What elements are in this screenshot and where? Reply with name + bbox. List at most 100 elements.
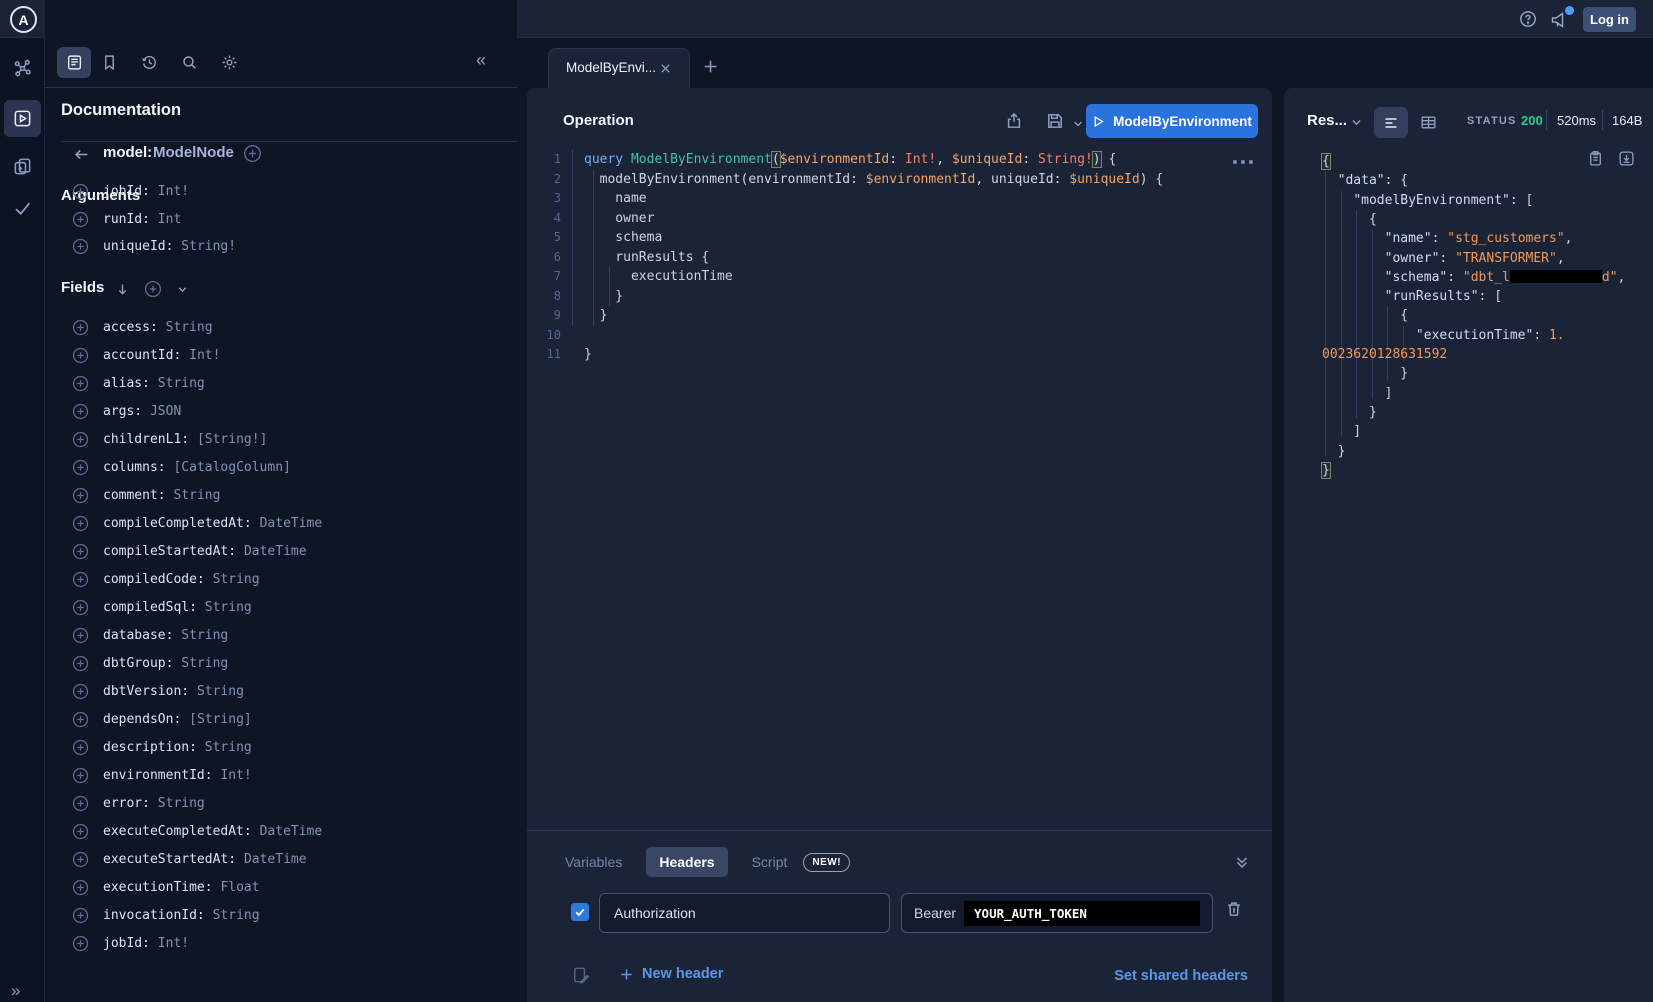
field-row[interactable]: jobId:Int! xyxy=(45,933,517,960)
status-separator xyxy=(1546,110,1547,130)
add-to-query-icon[interactable] xyxy=(72,431,89,448)
delete-header-icon[interactable] xyxy=(1225,900,1243,918)
argument-row[interactable]: runId:Int xyxy=(45,209,517,236)
add-all-fields-icon[interactable] xyxy=(144,280,162,298)
add-to-query-icon[interactable] xyxy=(72,238,89,255)
table-view-toggle[interactable] xyxy=(1420,114,1437,131)
add-to-query-icon[interactable] xyxy=(72,319,89,336)
field-row[interactable]: access:String xyxy=(45,317,517,344)
field-row[interactable]: childrenL1:[String!] xyxy=(45,429,517,456)
code-line: 8 } xyxy=(527,287,1272,307)
field-row[interactable]: comment:String xyxy=(45,485,517,512)
add-to-query-icon[interactable] xyxy=(72,375,89,392)
add-to-query-icon[interactable] xyxy=(72,403,89,420)
field-row[interactable]: args:JSON xyxy=(45,401,517,428)
back-arrow-icon[interactable] xyxy=(73,146,90,163)
tab-script[interactable]: Script xyxy=(752,854,788,870)
set-shared-headers-link[interactable]: Set shared headers xyxy=(1114,968,1248,984)
documentation-tab-icon[interactable] xyxy=(57,47,91,78)
add-to-query-icon[interactable] xyxy=(72,487,89,504)
add-to-query-icon[interactable] xyxy=(72,795,89,812)
checklist-icon[interactable] xyxy=(13,199,32,218)
field-row[interactable]: environmentId:Int! xyxy=(45,765,517,792)
field-name: uniqueId: xyxy=(103,239,173,254)
save-options-caret-icon[interactable] xyxy=(1072,118,1084,130)
header-enabled-checkbox[interactable] xyxy=(571,903,589,921)
field-row[interactable]: executionTime:Float xyxy=(45,877,517,904)
field-row[interactable]: invocationId:String xyxy=(45,905,517,932)
field-row[interactable]: compiledCode:String xyxy=(45,569,517,596)
field-row[interactable]: compiledSql:String xyxy=(45,597,517,624)
add-to-query-icon[interactable] xyxy=(72,767,89,784)
explorer-nav-item[interactable] xyxy=(4,100,41,137)
edit-headers-file-icon[interactable] xyxy=(572,966,590,984)
settings-gear-icon[interactable] xyxy=(221,54,238,71)
add-type-icon[interactable] xyxy=(243,144,262,163)
argument-row[interactable]: uniqueId:String! xyxy=(45,236,517,263)
schema-graph-icon[interactable] xyxy=(13,59,32,78)
field-row[interactable]: dbtGroup:String xyxy=(45,653,517,680)
new-tab-icon[interactable] xyxy=(702,58,719,75)
field-row[interactable]: error:String xyxy=(45,793,517,820)
graphql-editor[interactable]: 1query ModelByEnvironment($environmentId… xyxy=(527,150,1272,790)
field-row[interactable]: columns:[CatalogColumn] xyxy=(45,457,517,484)
add-to-query-icon[interactable] xyxy=(72,823,89,840)
collapse-docs-icon[interactable]: « xyxy=(476,50,486,71)
field-row[interactable]: accountId:Int! xyxy=(45,345,517,372)
tab-variables[interactable]: Variables xyxy=(565,854,622,870)
field-row[interactable]: executeCompletedAt:DateTime xyxy=(45,821,517,848)
add-to-query-icon[interactable] xyxy=(72,879,89,896)
add-to-query-icon[interactable] xyxy=(72,599,89,616)
tab-headers[interactable]: Headers xyxy=(646,847,727,877)
expand-rail-icon[interactable]: » xyxy=(11,982,20,999)
add-to-query-icon[interactable] xyxy=(72,543,89,560)
field-row[interactable]: compileStartedAt:DateTime xyxy=(45,541,517,568)
add-to-query-icon[interactable] xyxy=(72,571,89,588)
bookmark-icon[interactable] xyxy=(101,54,118,71)
field-row[interactable]: description:String xyxy=(45,737,517,764)
run-operation-button[interactable]: ModelByEnvironment xyxy=(1086,104,1258,138)
add-to-query-icon[interactable] xyxy=(72,459,89,476)
help-icon[interactable] xyxy=(1519,10,1537,28)
login-button[interactable]: Log in xyxy=(1583,7,1636,32)
add-to-query-icon[interactable] xyxy=(72,347,89,364)
close-tab-icon[interactable] xyxy=(659,62,672,75)
operation-collections-icon[interactable] xyxy=(13,157,32,176)
add-to-query-icon[interactable] xyxy=(72,183,89,200)
response-json-viewer[interactable]: { "data": { "modelByEnvironment": [ { "n… xyxy=(1284,152,1653,992)
status-separator xyxy=(1602,110,1603,130)
raw-view-toggle[interactable] xyxy=(1374,107,1408,138)
fields-options-chevron-icon[interactable] xyxy=(176,283,189,296)
header-name-input[interactable] xyxy=(599,893,890,933)
field-row[interactable]: dependsOn:[String] xyxy=(45,709,517,736)
add-to-query-icon[interactable] xyxy=(72,739,89,756)
argument-row[interactable]: jobId:Int! xyxy=(45,181,517,208)
share-operation-icon[interactable] xyxy=(1005,112,1023,130)
new-header-button[interactable]: New header xyxy=(619,966,723,982)
operation-tab[interactable]: ModelByEnvi... xyxy=(548,48,690,89)
history-icon[interactable] xyxy=(141,54,158,71)
field-type: Int! xyxy=(220,768,251,783)
search-icon[interactable] xyxy=(181,54,198,71)
header-value-input[interactable]: Bearer YOUR_AUTH_TOKEN xyxy=(901,893,1213,933)
collapse-footer-icon[interactable] xyxy=(1234,854,1250,870)
breadcrumb-type-link[interactable]: ModelNode xyxy=(153,144,234,161)
field-row[interactable]: compileCompletedAt:DateTime xyxy=(45,513,517,540)
field-row[interactable]: executeStartedAt:DateTime xyxy=(45,849,517,876)
field-row[interactable]: database:String xyxy=(45,625,517,652)
add-to-query-icon[interactable] xyxy=(72,627,89,644)
auth-token-value[interactable]: YOUR_AUTH_TOKEN xyxy=(964,901,1200,926)
response-dropdown-caret-icon[interactable] xyxy=(1350,116,1363,129)
save-operation-icon[interactable] xyxy=(1046,112,1064,130)
add-to-query-icon[interactable] xyxy=(72,851,89,868)
add-to-query-icon[interactable] xyxy=(72,683,89,700)
add-to-query-icon[interactable] xyxy=(72,935,89,952)
add-to-query-icon[interactable] xyxy=(72,907,89,924)
field-row[interactable]: dbtVersion:String xyxy=(45,681,517,708)
add-to-query-icon[interactable] xyxy=(72,711,89,728)
add-to-query-icon[interactable] xyxy=(72,515,89,532)
add-to-query-icon[interactable] xyxy=(72,655,89,672)
add-to-query-icon[interactable] xyxy=(72,211,89,228)
sort-fields-icon[interactable] xyxy=(115,282,130,297)
field-row[interactable]: alias:String xyxy=(45,373,517,400)
